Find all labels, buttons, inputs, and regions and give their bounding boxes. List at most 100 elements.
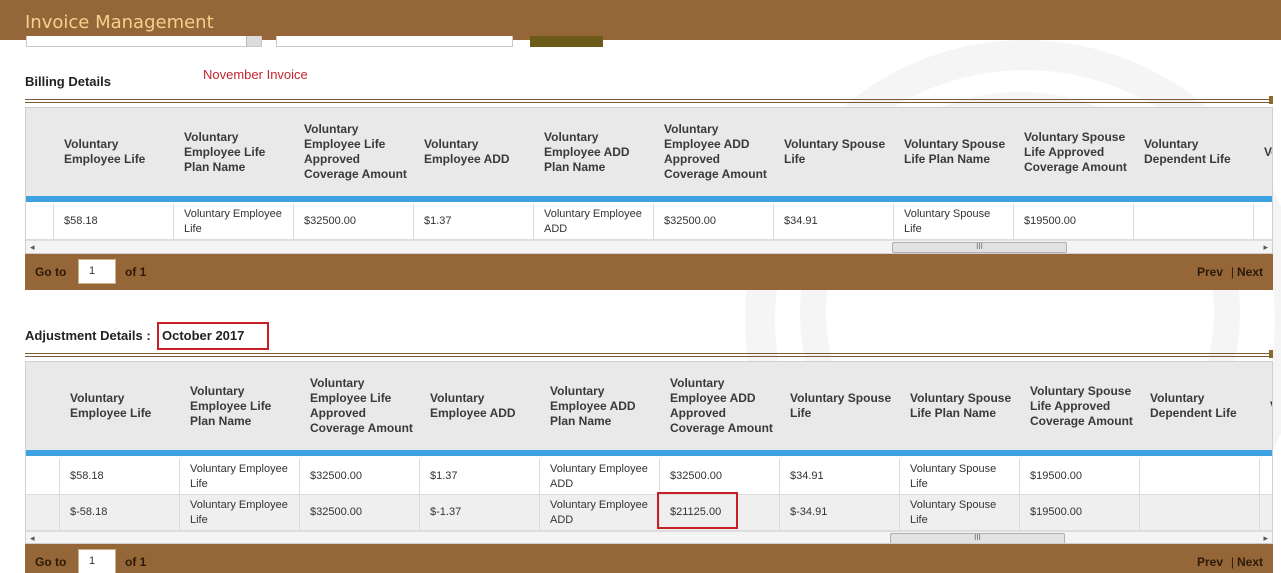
table-cell: Voluntary Spouse Life xyxy=(900,459,1020,494)
table-cell: Voluntary Employee Life xyxy=(174,204,294,239)
column-header[interactable]: Voluntary Spouse Life xyxy=(784,108,888,196)
column-header[interactable]: Voluntary Employee Life xyxy=(70,362,174,450)
column-header[interactable]: Voluntary Employee ADD Approved Coverage… xyxy=(670,362,774,450)
column-header[interactable]: Voluntary Dependent Life xyxy=(1144,108,1248,196)
table-cell: $32500.00 xyxy=(654,204,774,239)
table-cell xyxy=(1134,204,1254,239)
table-cell: Voluntary Employee ADD xyxy=(540,495,660,530)
app-header: Invoice Management xyxy=(0,0,1281,40)
filter-input[interactable] xyxy=(276,36,513,47)
grid-header: Voluntary Employee Life Voluntary Employe… xyxy=(26,362,1272,450)
section-divider xyxy=(25,99,1272,103)
adjustment-grid: Voluntary Employee Life Voluntary Employe… xyxy=(25,361,1273,544)
next-link[interactable]: Next xyxy=(1237,265,1263,279)
goto-label: Go to xyxy=(35,265,67,279)
table-cell: $1.37 xyxy=(414,204,534,239)
column-header[interactable]: Vo De Pl xyxy=(1264,108,1272,196)
page-number-input[interactable]: 1 xyxy=(78,549,116,573)
section-divider xyxy=(25,353,1272,357)
table-cell: $34.91 xyxy=(780,459,900,494)
table-cell: $19500.00 xyxy=(1020,459,1140,494)
column-header[interactable]: Voluntary Employee Life Approved Coverag… xyxy=(304,108,408,196)
table-cell: $19500.00 xyxy=(1014,204,1134,239)
table-cell: Voluntary Spouse Life xyxy=(900,495,1020,530)
table-cell: $58.18 xyxy=(60,459,180,494)
row-selector-cell[interactable] xyxy=(26,204,54,239)
column-header[interactable]: Voluntary Dependent Life xyxy=(1150,362,1254,450)
column-header[interactable]: Voluntary Employee Life Plan Name xyxy=(190,362,294,450)
scroll-right-icon[interactable]: ▸ xyxy=(1263,533,1268,543)
column-header[interactable]: Voluntary Spouse Life Approved Coverage … xyxy=(1030,362,1134,450)
pager-separator: | xyxy=(1230,265,1234,279)
column-header[interactable]: Voluntary Employee Life Approved Coverag… xyxy=(310,362,414,450)
page-number-input[interactable]: 1 xyxy=(78,259,116,284)
adjustment-pager: Go to 1 of 1 Prev | Next xyxy=(25,544,1273,573)
table-cell: Voluntary Employee Life xyxy=(180,459,300,494)
app-title: Invoice Management xyxy=(25,12,214,33)
column-header[interactable]: Voluntary Spouse Life Plan Name xyxy=(910,362,1014,450)
row-selector-cell[interactable] xyxy=(26,459,60,494)
table-cell: Voluntary Employee ADD xyxy=(534,204,654,239)
table-row[interactable]: $58.18 Voluntary Employee Life $32500.00 $1… xyxy=(26,459,1272,495)
period-select[interactable] xyxy=(26,36,262,47)
scroll-left-icon[interactable]: ◂ xyxy=(30,242,35,253)
next-link[interactable]: Next xyxy=(1237,555,1263,569)
table-row[interactable]: $58.18 Voluntary Employee Life $32500.00 $1… xyxy=(26,204,1272,240)
prev-link[interactable]: Prev xyxy=(1197,265,1223,279)
billing-grid: Voluntary Employee Life Voluntary Employe… xyxy=(25,107,1273,254)
table-cell xyxy=(1260,459,1272,494)
column-header[interactable]: Voluntary Employee ADD xyxy=(430,362,534,450)
table-cell: $32500.00 xyxy=(300,459,420,494)
divider-marker xyxy=(1269,350,1273,358)
table-cell: $-34.91 xyxy=(780,495,900,530)
page-count: of 1 xyxy=(125,555,147,569)
column-header[interactable]: Voluntary Employee Life Plan Name xyxy=(184,108,288,196)
horizontal-scrollbar[interactable]: ◂ III ▸ xyxy=(26,240,1272,253)
horizontal-scrollbar[interactable]: ◂ III ▸ xyxy=(26,531,1272,543)
column-header[interactable]: Voluntary Spouse Life Approved Coverage … xyxy=(1024,108,1128,196)
scroll-right-icon[interactable]: ▸ xyxy=(1263,242,1268,253)
header-accent-bar xyxy=(26,196,1272,202)
table-cell xyxy=(1140,459,1260,494)
column-header[interactable]: Voluntary Employee ADD Approved Coverage… xyxy=(664,108,768,196)
amount-highlight-box xyxy=(657,492,738,529)
month-highlight-box xyxy=(157,322,269,350)
table-cell: $58.18 xyxy=(54,204,174,239)
table-row[interactable]: $-58.18 Voluntary Employee Life $32500.00 $… xyxy=(26,495,1272,531)
column-header[interactable]: Voluntary Spouse Life Plan Name xyxy=(904,108,1008,196)
table-cell: $-1.37 xyxy=(420,495,540,530)
table-cell: $19500.00 xyxy=(1020,495,1140,530)
billing-pager: Go to 1 of 1 Prev | Next xyxy=(25,254,1273,290)
prev-link[interactable]: Prev xyxy=(1197,555,1223,569)
table-cell xyxy=(1260,495,1272,530)
scroll-left-icon[interactable]: ◂ xyxy=(30,533,35,543)
divider-marker xyxy=(1269,96,1273,104)
table-cell: Voluntary Employee ADD xyxy=(540,459,660,494)
table-cell: $32500.00 xyxy=(294,204,414,239)
search-button[interactable] xyxy=(530,36,603,47)
column-header[interactable]: Voluntary Spouse Life xyxy=(790,362,894,450)
column-header[interactable]: V E P xyxy=(1270,362,1272,450)
table-cell: $32500.00 xyxy=(300,495,420,530)
row-selector-cell[interactable] xyxy=(26,495,60,530)
scroll-thumb[interactable]: III xyxy=(892,242,1067,253)
november-invoice-note: November Invoice xyxy=(203,67,308,82)
header-accent-bar xyxy=(26,450,1272,456)
table-cell: $1.37 xyxy=(420,459,540,494)
table-cell xyxy=(1254,204,1272,239)
table-cell: $32500.00 xyxy=(660,459,780,494)
column-header[interactable]: Voluntary Employee ADD Plan Name xyxy=(550,362,654,450)
table-cell: $34.91 xyxy=(774,204,894,239)
scroll-thumb[interactable]: III xyxy=(890,533,1065,543)
table-cell xyxy=(1140,495,1260,530)
column-header[interactable]: Voluntary Employee Life xyxy=(64,108,168,196)
table-cell: $-58.18 xyxy=(60,495,180,530)
billing-details-label: Billing Details xyxy=(25,74,111,89)
page-count: of 1 xyxy=(125,265,147,279)
pager-separator: | xyxy=(1230,555,1234,569)
adjustment-details-label: Adjustment Details : xyxy=(25,328,151,343)
column-header[interactable]: Voluntary Employee ADD Plan Name xyxy=(544,108,648,196)
select-arrow-icon[interactable] xyxy=(246,36,261,46)
table-cell: Voluntary Spouse Life xyxy=(894,204,1014,239)
column-header[interactable]: Voluntary Employee ADD xyxy=(424,108,528,196)
